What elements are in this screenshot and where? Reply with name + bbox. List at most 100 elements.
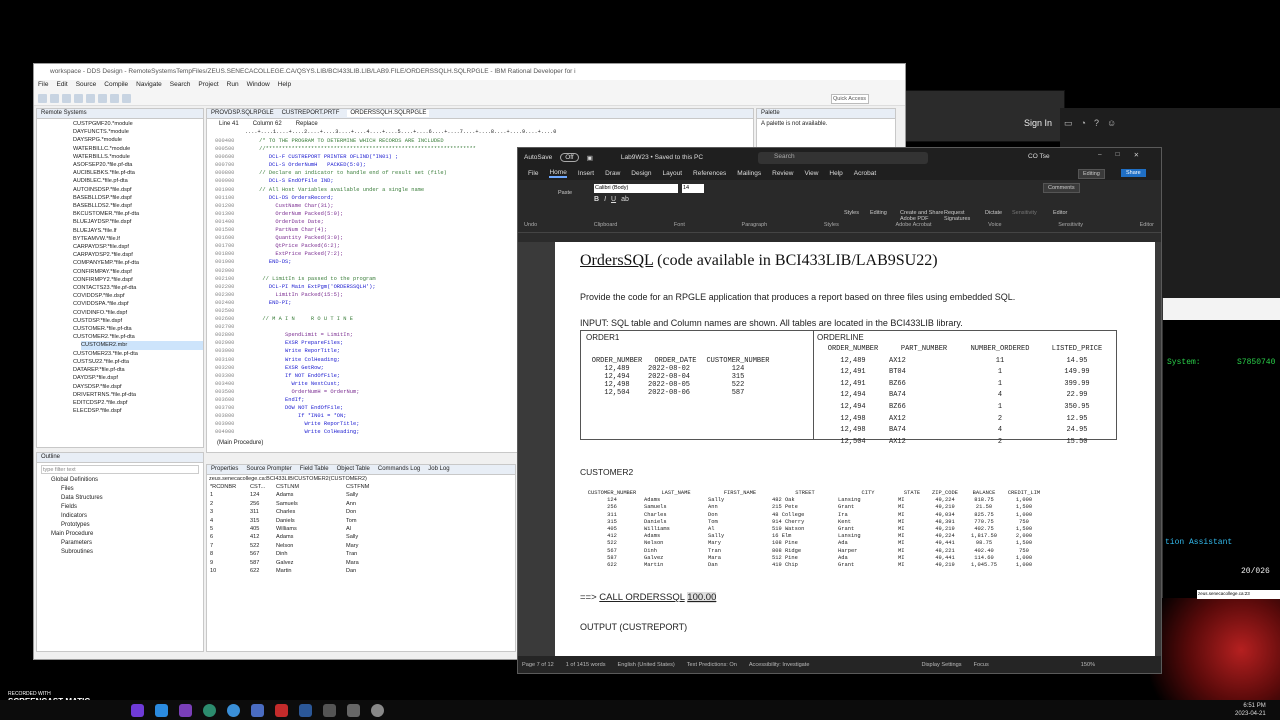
tree-item[interactable]: BLUEJAYS.*file.lf — [73, 227, 203, 235]
comments-button[interactable]: Comments — [1043, 183, 1080, 193]
outline-item[interactable]: Prototypes — [45, 521, 203, 530]
styles-button[interactable]: Styles — [844, 210, 859, 216]
sensitivity-button[interactable]: Sensitivity — [1012, 210, 1037, 216]
table-row[interactable]: 9 587 Galvez Mara — [210, 559, 515, 567]
tree-item[interactable]: CONTACTS23.*file.pf-dta — [73, 284, 203, 292]
help-icon[interactable]: ? — [1094, 118, 1099, 129]
chat-icon[interactable]: ▭ — [1064, 118, 1073, 129]
tree-item[interactable]: CONFIRMPAY.*file.dspf — [73, 268, 203, 276]
menu-draw[interactable]: Draw — [605, 170, 620, 177]
tree-item[interactable]: DAYDSP.*file.dspf — [73, 374, 203, 382]
tree-item[interactable]: WATERBILLS.*module — [73, 153, 203, 161]
accessibility[interactable]: Accessibility: Investigate — [749, 662, 810, 668]
tree-item[interactable]: DAYFUNCTS.*module — [73, 128, 203, 136]
outlook-icon[interactable] — [155, 703, 168, 717]
search-icon[interactable] — [98, 93, 107, 103]
text-predictions[interactable]: Text Predictions: On — [687, 662, 737, 668]
outline-item[interactable]: Subroutines — [45, 548, 203, 557]
table-row[interactable]: 3 311 Charles Don — [210, 508, 515, 516]
tree-item[interactable]: AUDIBLEC.*file.pf-dta — [73, 177, 203, 185]
code-editor[interactable]: 000400 /* TO THE PROGRAM TO DETERMINE WH… — [215, 137, 515, 437]
forward-icon[interactable] — [122, 93, 131, 103]
font-select[interactable]: Calibri (Body) — [594, 184, 678, 193]
table-row[interactable]: 5 405 Williams Al — [210, 525, 515, 533]
tree-item[interactable]: EDITCDSP2.*file.dspf — [73, 399, 203, 407]
editing-mode-button[interactable]: Editing — [1078, 169, 1105, 179]
outline-item[interactable]: Indicators — [45, 512, 203, 521]
table-row[interactable]: 6 412 Adams Sally — [210, 533, 515, 541]
outline-item[interactable]: Parameters — [45, 539, 203, 548]
bottom-tab[interactable]: Object Table — [337, 466, 370, 473]
editor-button[interactable]: Editor — [1053, 210, 1067, 216]
page-count[interactable]: Page 7 of 12 — [522, 662, 554, 668]
tree-item[interactable]: CARPAYDSP.*file.dspf — [73, 243, 203, 251]
word-count[interactable]: 1 of 1415 words — [566, 662, 606, 668]
menu-layout[interactable]: Layout — [663, 170, 683, 177]
paste-button[interactable]: Paste — [558, 190, 572, 196]
menu-navigate[interactable]: Navigate — [136, 81, 162, 90]
editing-button[interactable]: Editing — [870, 210, 887, 216]
menu-run[interactable]: Run — [227, 81, 239, 90]
language[interactable]: English (United States) — [618, 662, 675, 668]
display-settings[interactable]: Display Settings — [921, 662, 961, 668]
menu-review[interactable]: Review — [772, 170, 793, 177]
teams-icon[interactable] — [131, 703, 144, 717]
strike-icon[interactable]: ab — [621, 196, 629, 203]
menu-design[interactable]: Design — [631, 170, 651, 177]
save-icon[interactable] — [50, 93, 59, 103]
tree-item[interactable]: BKCUSTOMER.*file.pf-dta — [73, 210, 203, 218]
outline-item[interactable]: Data Structures — [45, 494, 203, 503]
bottom-tab[interactable]: Properties — [211, 466, 238, 473]
tree-item[interactable]: AUTOINSDSP.*file.dspf — [73, 186, 203, 194]
search-box[interactable]: Search — [758, 152, 928, 164]
menu-window[interactable]: Window — [247, 81, 270, 90]
menu-project[interactable]: Project — [198, 81, 218, 90]
bell-icon[interactable]: ◔ — [1081, 118, 1086, 129]
tree-item[interactable]: COVIDINFO.*file.dspf — [73, 309, 203, 317]
terminal-icon[interactable] — [323, 703, 336, 717]
maximize-icon[interactable]: □ — [1116, 151, 1120, 159]
tree-item[interactable]: COMPANYEMP.*file.pf-dta — [73, 259, 203, 267]
close-icon[interactable]: ✕ — [1134, 151, 1139, 159]
browser-icon[interactable] — [227, 703, 240, 717]
menu-compile[interactable]: Compile — [104, 81, 128, 90]
menu-search[interactable]: Search — [170, 81, 191, 90]
tree-item[interactable]: AUCIBLEBKS.*file.pf-dta — [73, 169, 203, 177]
menu-file[interactable]: File — [528, 170, 538, 177]
underline-icon[interactable]: U — [611, 196, 616, 203]
acrobat-icon[interactable] — [275, 703, 288, 717]
create-pdf-button[interactable]: Create and Share Adobe PDF — [900, 210, 950, 222]
tree-item[interactable]: BASEBLLDS2.*file.dspf — [73, 202, 203, 210]
menu-edit[interactable]: Edit — [56, 81, 67, 90]
share-button[interactable]: Share — [1121, 169, 1146, 177]
autosave-toggle[interactable]: Off — [560, 153, 579, 162]
table-row[interactable]: 2 256 Samuels Ann — [210, 500, 515, 508]
editor-tab[interactable]: ORDERSSQLH.SQLRPGLE — [347, 110, 430, 117]
tree-item[interactable]: CUSTOMER23.*file.pf-dta — [73, 350, 203, 358]
rdi-icon[interactable] — [251, 703, 264, 717]
table-row[interactable]: 8 567 Dinh Tran — [210, 550, 515, 558]
tree-item[interactable]: ELECDSP.*file.dspf — [73, 407, 203, 415]
tree-item[interactable]: COVIDDSPA.*file.dspf — [73, 300, 203, 308]
tree-item[interactable]: WATERBILLC.*module — [73, 145, 203, 153]
tree-item[interactable]: DRIVERTRNS.*file.pf-dta — [73, 391, 203, 399]
save-icon[interactable]: ▣ — [587, 154, 593, 162]
palette-tab[interactable]: Palette — [761, 110, 780, 117]
menu-acrobat[interactable]: Acrobat — [854, 170, 876, 177]
tree-item[interactable]: BASEBLLDSP.*file.dspf — [73, 194, 203, 202]
bottom-tab[interactable]: Field Table — [300, 466, 329, 473]
visual-studio-icon[interactable] — [179, 703, 192, 717]
edge-icon[interactable] — [203, 703, 216, 717]
outline-item[interactable]: Global Definitions — [45, 476, 203, 485]
menu-home[interactable]: Home — [549, 169, 567, 178]
run-icon[interactable] — [74, 93, 83, 103]
outline-tab[interactable]: Outline — [41, 454, 60, 461]
bold-icon[interactable]: B — [594, 196, 599, 203]
menu-help[interactable]: Help — [278, 81, 291, 90]
font-size-select[interactable]: 14 — [682, 184, 704, 193]
tree-item[interactable]: ASOFSEP20.*file.pf-dta — [73, 161, 203, 169]
bottom-tab[interactable]: Source Prompter — [246, 466, 291, 473]
italic-icon[interactable]: I — [604, 196, 606, 203]
request-signatures-button[interactable]: Request Signatures — [944, 210, 974, 222]
outline-item[interactable]: Files — [45, 485, 203, 494]
